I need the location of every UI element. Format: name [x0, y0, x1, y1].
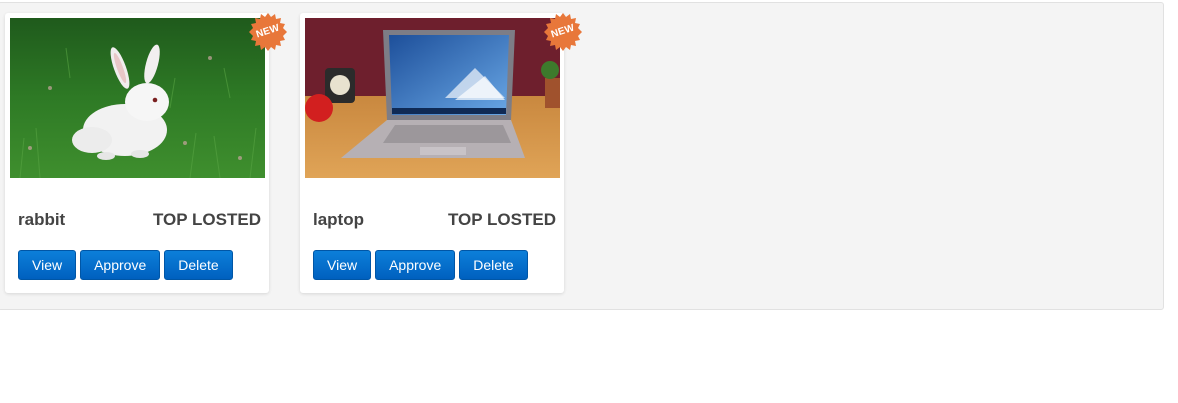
product-image — [10, 18, 265, 178]
product-name: rabbit — [18, 210, 66, 229]
new-badge: NEW — [248, 12, 288, 52]
approve-button[interactable]: Approve — [80, 250, 161, 280]
product-actions: View Approve Delete — [18, 250, 233, 280]
product-tag: TOP LOSTED — [447, 210, 556, 229]
product-card: NEW rabbit TOP LOSTED View Approve Delet… — [5, 13, 287, 293]
product-actions: View Approve Delete — [313, 250, 528, 280]
rabbit-image — [10, 18, 265, 178]
product-name: laptop — [313, 210, 364, 229]
product-card: NEW laptop TOP LOSTED View Approve Delet… — [300, 13, 582, 293]
product-tag: TOP LOSTED — [152, 210, 261, 229]
delete-button[interactable]: Delete — [164, 250, 233, 280]
delete-button[interactable]: Delete — [459, 250, 528, 280]
product-info: laptop TOP LOSTED — [313, 209, 556, 231]
product-image — [305, 18, 560, 178]
new-badge: NEW — [543, 12, 583, 52]
approve-button[interactable]: Approve — [375, 250, 456, 280]
product-list-panel: NEW rabbit TOP LOSTED View Approve Delet… — [0, 2, 1164, 310]
view-button[interactable]: View — [18, 250, 77, 280]
laptop-image — [305, 18, 560, 178]
product-info: rabbit TOP LOSTED — [18, 209, 261, 231]
view-button[interactable]: View — [313, 250, 372, 280]
